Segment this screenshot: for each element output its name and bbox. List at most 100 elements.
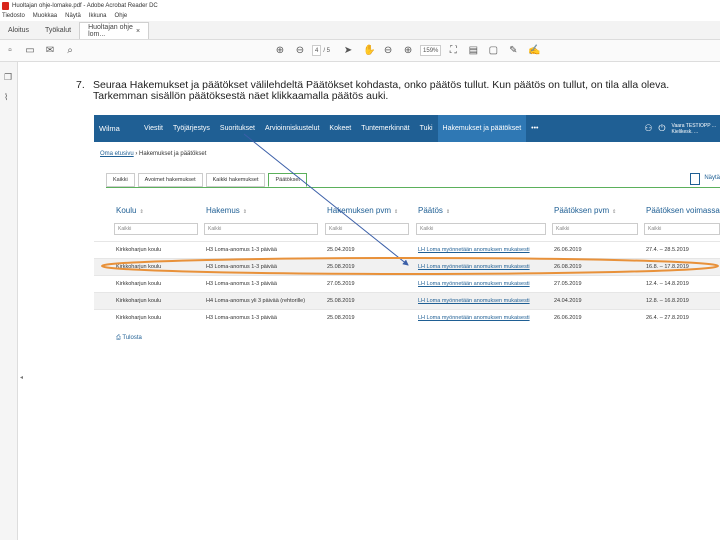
cell-voimassaolo: 12.4. – 14.8.2019 bbox=[646, 281, 689, 287]
pdf-file-icon bbox=[2, 1, 9, 10]
cell-koulu: Kirkkoharjun koulu bbox=[116, 315, 162, 321]
table-row: Kirkkoharjun koulu H3 Loma-anomus 1-3 pä… bbox=[94, 309, 720, 326]
sign-icon[interactable]: ✍ bbox=[528, 45, 540, 56]
cell-hakemus: H3 Loma-anomus 1-3 päivää bbox=[206, 281, 277, 287]
highlight-pen-icon[interactable]: ✎ bbox=[508, 45, 518, 56]
zoom-select[interactable]: 159% bbox=[420, 45, 442, 56]
print-icon[interactable]: ▭ bbox=[25, 45, 35, 56]
wilma-logo: Wilma bbox=[99, 124, 120, 133]
page-number-input[interactable]: 4 bbox=[312, 45, 322, 56]
filter-voimassaolo: Kaikki bbox=[644, 223, 720, 235]
cell-voimassaolo: 12.8. – 16.8.2019 bbox=[646, 298, 689, 304]
cell-paatos-link: LH Loma myönnetään anomuksen mukaisesti bbox=[418, 315, 530, 321]
nav-tuntemerkinnat: Tuntemerkinnät bbox=[361, 125, 410, 132]
cell-hakemuksen-pvm: 25.08.2019 bbox=[327, 315, 355, 321]
page-down-icon[interactable]: ⊖ bbox=[295, 45, 305, 56]
tab-document-label: Huoltajan ohje lom... bbox=[88, 24, 133, 38]
cell-hakemus: H3 Loma-anomus 1-3 päivää bbox=[206, 264, 277, 270]
step-number: 7. bbox=[76, 79, 85, 91]
nav-suoritukset: Suoritukset bbox=[219, 125, 255, 132]
tab-home[interactable]: Aloitus bbox=[0, 22, 37, 39]
breadcrumb-home-link: Oma etusivu bbox=[100, 151, 134, 157]
power-icon: ⏻ bbox=[658, 123, 666, 133]
cell-paatoksen-pvm: 26.06.2019 bbox=[554, 315, 582, 321]
nav-viestit: Viestit bbox=[144, 125, 163, 132]
left-rail: ❐ ⌇ ◂ bbox=[0, 62, 23, 540]
cell-paatoksen-pvm: 27.05.2019 bbox=[554, 281, 582, 287]
tab-kaikki: Kaikki bbox=[106, 173, 135, 187]
toolbar: ▫ ▭ ✉ ⌕ ⊕ ⊖ 4 / 5 ➤ ✋ ⊖ ⊕ 159% ⛶ ▤ ▢ ✎ ✍ bbox=[0, 40, 720, 62]
search-icon[interactable]: ⌕ bbox=[65, 45, 75, 56]
menu-edit[interactable]: Muokkaa bbox=[33, 13, 57, 19]
tab-bar: Aloitus Työkalut Huoltajan ohje lom... × bbox=[0, 21, 720, 40]
cell-koulu: Kirkkoharjun koulu bbox=[116, 281, 162, 287]
cell-voimassaolo: 16.8. – 17.8.2019 bbox=[646, 264, 689, 270]
cell-hakemuksen-pvm: 27.05.2019 bbox=[327, 281, 355, 287]
hand-tool-icon[interactable]: ✋ bbox=[363, 45, 375, 56]
tab-document[interactable]: Huoltajan ohje lom... × bbox=[79, 22, 150, 39]
profile-icon: ⚇ bbox=[644, 123, 653, 133]
save-icon[interactable]: ▫ bbox=[5, 45, 15, 56]
mail-icon[interactable]: ✉ bbox=[45, 45, 55, 56]
cell-voimassaolo: 26.4. – 27.8.2019 bbox=[646, 315, 689, 321]
cell-hakemus: H3 Loma-anomus 1-3 päivää bbox=[206, 315, 277, 321]
comment-icon[interactable]: ▢ bbox=[488, 45, 498, 56]
col-paatoksen-pvm: Päätöksen pvm ⇕ bbox=[554, 206, 617, 215]
cell-koulu: Kirkkoharjun koulu bbox=[116, 298, 162, 304]
cell-hakemuksen-pvm: 25.08.2019 bbox=[327, 298, 355, 304]
cell-paatos-link: LH Loma myönnetään anomuksen mukaisesti bbox=[418, 281, 530, 287]
pages-icon[interactable]: ❐ bbox=[4, 72, 14, 82]
print-link: ⎙ Tulosta bbox=[116, 335, 142, 342]
cell-voimassaolo: 27.4. – 28.5.2019 bbox=[646, 247, 689, 253]
menu-view[interactable]: Näytä bbox=[65, 13, 81, 19]
col-hakemuksen-pvm: Hakemuksen pvm ⇕ bbox=[327, 206, 399, 215]
menu-window[interactable]: Ikkuna bbox=[89, 13, 107, 19]
wilma-screenshot: Wilma Viestit Työjärjestys Suoritukset A… bbox=[94, 115, 720, 345]
wilma-user: Vaara TESTIOPP ... Kielikesk. ... bbox=[672, 123, 716, 135]
table-row: Kirkkoharjun koulu H3 Loma-anomus 1-3 pä… bbox=[94, 241, 720, 258]
wilma-tabs: Kaikki Avoimet hakemukset Kaikki hakemuk… bbox=[106, 173, 310, 187]
page-total: / 5 bbox=[323, 47, 331, 54]
table-row: Kirkkoharjun koulu H4 Loma-anomus yli 3 … bbox=[94, 292, 720, 309]
cell-paatos-link: LH Loma myönnetään anomuksen mukaisesti bbox=[418, 264, 530, 270]
col-hakemus: Hakemus ⇕ bbox=[206, 206, 247, 215]
close-icon[interactable]: × bbox=[136, 28, 140, 35]
collapse-panel-icon[interactable]: ◂ bbox=[20, 374, 23, 381]
tab-underline bbox=[106, 187, 720, 188]
cell-paatoksen-pvm: 26.08.2019 bbox=[554, 264, 582, 270]
zoom-in-icon[interactable]: ⊕ bbox=[403, 45, 413, 56]
menu-help[interactable]: Ohje bbox=[115, 13, 128, 19]
cell-hakemuksen-pvm: 25.04.2019 bbox=[327, 247, 355, 253]
document-icon bbox=[690, 173, 700, 185]
menu-file[interactable]: Tiedosto bbox=[2, 13, 25, 19]
cell-koulu: Kirkkoharjun koulu bbox=[116, 264, 162, 270]
tab-tools[interactable]: Työkalut bbox=[37, 22, 79, 39]
page-up-icon[interactable]: ⊕ bbox=[275, 45, 285, 56]
tab-avoimet-hakemukset: Avoimet hakemukset bbox=[137, 173, 203, 187]
menu-bar: Tiedosto Muokkaa Näytä Ikkuna Ohje bbox=[0, 11, 720, 21]
filter-koulu: Kaikki bbox=[114, 223, 198, 235]
view-select: Näytä bbox=[704, 175, 720, 181]
tab-kaikki-hakemukset: Kaikki hakemukset bbox=[205, 173, 266, 187]
fit-page-icon[interactable]: ⛶ bbox=[448, 45, 458, 56]
cell-paatos-link: LH Loma myönnetään anomuksen mukaisesti bbox=[418, 247, 530, 253]
cell-paatoksen-pvm: 26.06.2019 bbox=[554, 247, 582, 253]
select-cursor-icon[interactable]: ➤ bbox=[343, 45, 353, 56]
scroll-mode-icon[interactable]: ▤ bbox=[468, 45, 478, 56]
filter-hakemus: Kaikki bbox=[204, 223, 318, 235]
col-paatos: Päätös ⇕ bbox=[418, 206, 451, 215]
cell-hakemus: H3 Loma-anomus 1-3 päivää bbox=[206, 247, 277, 253]
cell-paatos-link: LH Loma myönnetään anomuksen mukaisesti bbox=[418, 298, 530, 304]
col-voimassaolo: Päätöksen voimassaolo bbox=[646, 206, 720, 215]
nav-hakemukset: Hakemukset ja päätökset bbox=[437, 115, 527, 142]
step-text: Seuraa Hakemukset ja päätökset välilehde… bbox=[93, 79, 670, 102]
attachment-icon[interactable]: ⌇ bbox=[4, 92, 14, 102]
print-label: Tulosta bbox=[122, 335, 142, 341]
zoom-out-icon[interactable]: ⊖ bbox=[383, 45, 393, 56]
nav-arvioinnit: Arvioinniskustelut bbox=[264, 125, 320, 132]
nav-tyojarjestys: Työjärjestys bbox=[172, 125, 210, 132]
table-row: Kirkkoharjun koulu H3 Loma-anomus 1-3 pä… bbox=[94, 258, 720, 275]
filter-hakemuksen-pvm: Kaikki bbox=[325, 223, 409, 235]
tab-paatokset: Päätökset bbox=[268, 173, 307, 187]
user-role: Kielikesk. ... bbox=[671, 128, 699, 135]
